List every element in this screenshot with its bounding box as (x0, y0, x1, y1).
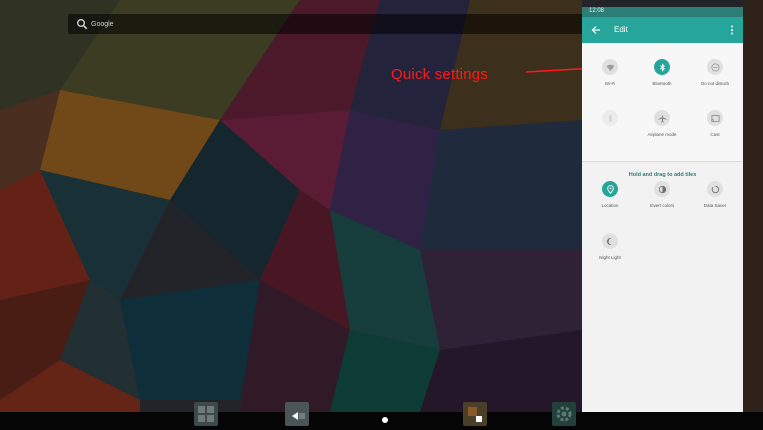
tile-bluetooth[interactable]: Bluetooth (639, 59, 685, 99)
edit-toolbar: Edit (582, 17, 743, 43)
settings-app-icon[interactable] (552, 402, 576, 426)
app-grid-icon[interactable] (194, 402, 218, 426)
back-button-icon[interactable] (285, 402, 309, 426)
gear-icon (556, 406, 572, 422)
status-clock: 12:08 (589, 8, 605, 14)
night-light-icon (606, 237, 612, 245)
drag-hint: Hold and drag to add tiles (628, 172, 697, 178)
search-bar[interactable]: Google (68, 14, 588, 34)
search-placeholder: Google (91, 20, 114, 28)
tile-label: Data Saver (703, 203, 727, 208)
cast-icon (710, 114, 720, 122)
tile-wifi[interactable]: Wi-Fi (587, 59, 633, 99)
tile-label: Do not disturb (700, 81, 729, 86)
bluetooth-icon (659, 62, 665, 72)
recents-square-icon (468, 407, 482, 422)
tile-invert-colors[interactable]: Invert colors (639, 181, 685, 221)
tile-label: Invert colors (649, 203, 675, 208)
do-not-disturb-icon (710, 62, 720, 72)
status-bar: 12:08 (582, 7, 743, 17)
tile-flashlight[interactable] (587, 110, 633, 150)
home-button-icon[interactable] (382, 417, 388, 423)
annotation-label: Quick settings (391, 66, 489, 83)
tile-label: Night Light (599, 255, 621, 260)
toolbar-title: Edit (614, 25, 628, 34)
back-arrow-icon[interactable] (591, 25, 601, 35)
location-pin-icon (606, 184, 614, 194)
quick-settings-panel: 12:08 Edit Hold and drag to add tiles Wi… (582, 7, 743, 412)
tile-cast[interactable]: Cast (692, 110, 738, 150)
tile-airplane-mode[interactable]: Airplane mode (639, 110, 685, 150)
more-options-icon[interactable] (730, 25, 734, 35)
invert-colors-icon (658, 185, 666, 193)
tile-do-not-disturb[interactable]: Do not disturb (692, 59, 738, 99)
recents-button-icon[interactable] (463, 402, 487, 426)
tile-label: Location (601, 203, 619, 208)
back-triangle-icon (292, 412, 305, 420)
home-screen: Google Quick settings 12:08 Edit Hold an… (0, 0, 763, 430)
tile-label: Wi-Fi (604, 81, 616, 86)
tile-data-saver[interactable]: Data Saver (692, 181, 738, 221)
tile-location[interactable]: Location (587, 181, 633, 221)
airplane-icon (657, 114, 667, 122)
tile-night-light[interactable]: Night Light (587, 233, 633, 273)
flashlight-icon (608, 114, 612, 122)
tile-label: Bluetooth (652, 81, 672, 86)
tile-label: Cast (710, 132, 720, 137)
tile-label: Airplane mode (647, 132, 677, 137)
app-grid-glyph (198, 406, 214, 422)
wifi-icon (605, 64, 615, 71)
search-icon (77, 19, 88, 30)
data-saver-icon (711, 185, 719, 193)
